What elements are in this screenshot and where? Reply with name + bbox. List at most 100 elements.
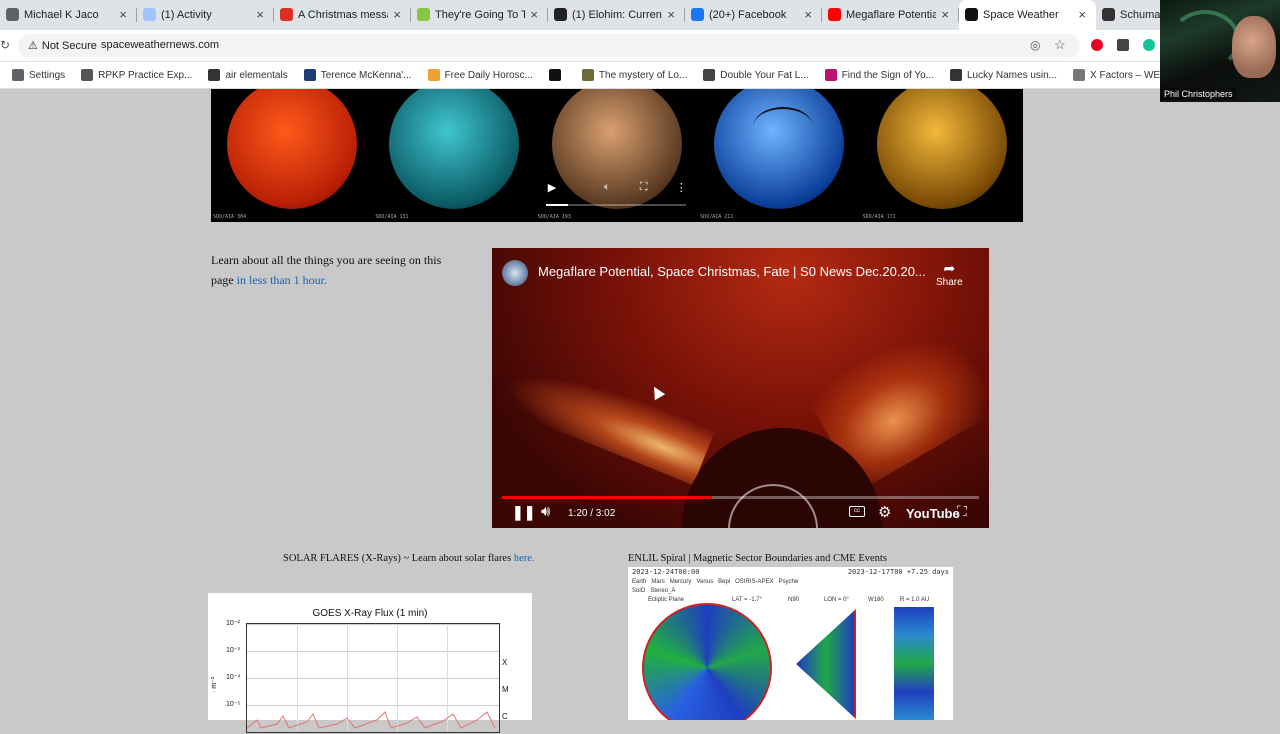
settings-gear-icon[interactable]: ⚙ — [878, 503, 891, 521]
tab-label: Michael K Jaco — [24, 9, 99, 21]
tab[interactable]: They're Going To Ta × — [411, 0, 548, 30]
rumble-icon — [417, 8, 430, 21]
close-icon[interactable]: × — [256, 7, 264, 22]
sun-disk — [876, 89, 1007, 209]
enlil-label: N90 — [788, 597, 800, 603]
enlil-spiral-image[interactable]: 2023-12-24T00:00 2023-12-17T00 +7.25 day… — [628, 567, 953, 720]
bookmark-item[interactable]: air elementals — [208, 69, 288, 81]
bookmark-label: Free Daily Horosc... — [444, 69, 533, 81]
channel-avatar[interactable] — [502, 260, 528, 286]
address-bar: ↻ ⚠ Not Secure spaceweathernews.com ◎ ☆ — [0, 30, 1160, 62]
flare-class-label: M — [502, 685, 509, 694]
video-controls: ❚❚ 🔊︎ 1:20 / 3:02 cc ⚙ YouTube ⛶ — [492, 502, 989, 528]
sun-image[interactable]: SDO/AIA 304 — [211, 89, 373, 222]
bookmark-item[interactable]: Find the Sign of Yo... — [824, 69, 934, 81]
star-icon[interactable]: ☆ — [1054, 37, 1066, 53]
ecliptic-plane-plot — [642, 603, 772, 720]
bookmarks-bar: Settings RPKP Practice Exp... air elementa… — [0, 62, 1160, 89]
eye-slash-icon[interactable]: ◎ — [1030, 38, 1040, 52]
y-tick-label: 10⁻³ — [226, 647, 240, 654]
captions-icon[interactable]: cc — [849, 506, 865, 517]
bookmark-item[interactable]: RPKP Practice Exp... — [81, 69, 192, 81]
sun-image[interactable]: SDO/AIA 211 — [698, 89, 860, 222]
bookmark-favicon-icon — [303, 69, 316, 81]
bookmark-item[interactable]: Terence McKenna'... — [303, 69, 412, 81]
bookmark-item[interactable]: Double Your Fat L... — [703, 69, 809, 81]
bookmark-item[interactable]: Lucky Names usin... — [950, 69, 1057, 81]
close-icon[interactable]: × — [1078, 7, 1086, 22]
y-axis-unit: · m⁻² — [211, 676, 218, 693]
video-progress-bar[interactable] — [502, 496, 979, 499]
video-time: 1:20 / 3:02 — [568, 508, 616, 519]
close-icon[interactable]: × — [804, 7, 812, 22]
tab-strip: Michael K Jaco × (1) Activity × A Christmas … — [0, 0, 1160, 30]
bookmark-favicon-icon — [824, 69, 837, 81]
y-tick-label: 10⁻⁴ — [226, 674, 241, 681]
goes-plot-area — [246, 623, 500, 733]
share-button[interactable]: ➦ Share — [936, 260, 963, 288]
sun-video-progress[interactable] — [545, 204, 686, 206]
bookmark-item[interactable]: Free Daily Horosc... — [427, 69, 533, 81]
tab-label: (1) Elohim: Current — [572, 9, 662, 21]
solar-flares-link[interactable]: here. — [514, 553, 535, 564]
tab[interactable]: Megaflare Potential × — [822, 0, 959, 30]
fullscreen-icon[interactable]: ⛶ — [640, 181, 648, 194]
video-title[interactable]: Megaflare Potential, Space Christmas, Fa… — [538, 264, 926, 279]
legend-item: Earth — [632, 579, 647, 585]
tab-favicon — [554, 8, 567, 21]
share-label: Share — [936, 277, 963, 288]
mute-icon[interactable]: 🔈︎ — [604, 181, 611, 194]
sun-image-label: SDO/AIA 171 — [862, 214, 896, 220]
enlil-label: R = 1.0 AU — [900, 597, 930, 603]
tab[interactable]: Michael K Jaco × — [0, 0, 137, 30]
tab[interactable]: (1) Activity × — [137, 0, 274, 30]
sun-image[interactable]: SDO/AIA 193 ▶ 🔈︎ ⛶ ⋮ — [536, 89, 698, 222]
fullscreen-icon[interactable]: ⛶ — [957, 503, 967, 520]
bookmark-item[interactable]: X Factors – WEF R... — [1073, 69, 1160, 81]
bookmark-item[interactable]: The mystery of Lo... — [581, 69, 687, 81]
sun-image[interactable]: SDO/AIA 131 — [373, 89, 535, 222]
bookmark-favicon-icon — [12, 69, 24, 81]
tab-favicon — [965, 8, 978, 21]
reload-icon[interactable]: ↻ — [0, 38, 10, 52]
close-icon[interactable]: × — [530, 7, 538, 22]
extension-icon[interactable] — [1117, 39, 1129, 51]
more-options-icon[interactable]: ⋮ — [676, 181, 687, 194]
legend-item: Venus — [696, 579, 714, 585]
close-icon[interactable]: × — [941, 7, 949, 22]
youtube-logo[interactable]: YouTube — [906, 506, 960, 521]
enlil-label: W180 — [868, 597, 884, 603]
facebook-icon — [691, 8, 704, 21]
tab[interactable]: (20+) Facebook × — [685, 0, 822, 30]
security-label: Not Secure — [41, 39, 97, 52]
url-text[interactable]: spaceweathernews.com — [101, 39, 219, 51]
tab[interactable]: A Christmas messa × — [274, 0, 411, 30]
pause-icon[interactable]: ❚❚ — [512, 504, 535, 521]
tab[interactable]: Schumann — [1096, 0, 1160, 30]
pinterest-icon[interactable] — [1091, 39, 1103, 51]
bookmark-favicon-icon — [548, 69, 561, 81]
enlil-label: LON = 0° — [824, 597, 849, 603]
grammarly-icon[interactable] — [1143, 39, 1155, 51]
play-icon[interactable]: ▶ — [548, 181, 556, 194]
sun-video-controls: ▶ 🔈︎ ⛶ ⋮ — [545, 181, 687, 206]
learn-link[interactable]: in less than 1 hour. — [237, 273, 327, 287]
volume-icon[interactable]: 🔊︎ — [541, 503, 550, 520]
legend-item: Mars — [651, 579, 665, 585]
close-icon[interactable]: × — [119, 7, 127, 22]
bookmark-favicon-icon — [427, 69, 440, 81]
close-icon[interactable]: × — [393, 7, 401, 22]
bookmark-item[interactable]: Settings — [12, 69, 65, 81]
tab[interactable]: (1) Elohim: Current × — [548, 0, 685, 30]
sun-image[interactable]: SDO/AIA 171 — [861, 89, 1023, 222]
share-icon: ➦ — [943, 260, 956, 276]
enlil-caption: ENLIL Spiral | Magnetic Sector Boundarie… — [628, 553, 887, 564]
goes-xray-chart[interactable]: GOES X-Ray Flux (1 min) 10⁻² 10⁻³ 10⁻⁴ 1… — [208, 593, 532, 733]
learn-paragraph: Learn about all the things you are seein… — [211, 250, 451, 290]
security-indicator[interactable]: ⚠ Not Secure — [28, 39, 97, 53]
youtube-video-player[interactable]: Megaflare Potential, Space Christmas, Fa… — [492, 248, 989, 528]
close-icon[interactable]: × — [667, 7, 675, 22]
aurora-background — [1170, 10, 1240, 70]
bookmark-item[interactable] — [548, 69, 566, 81]
tab[interactable]: Space Weather × — [959, 0, 1096, 30]
